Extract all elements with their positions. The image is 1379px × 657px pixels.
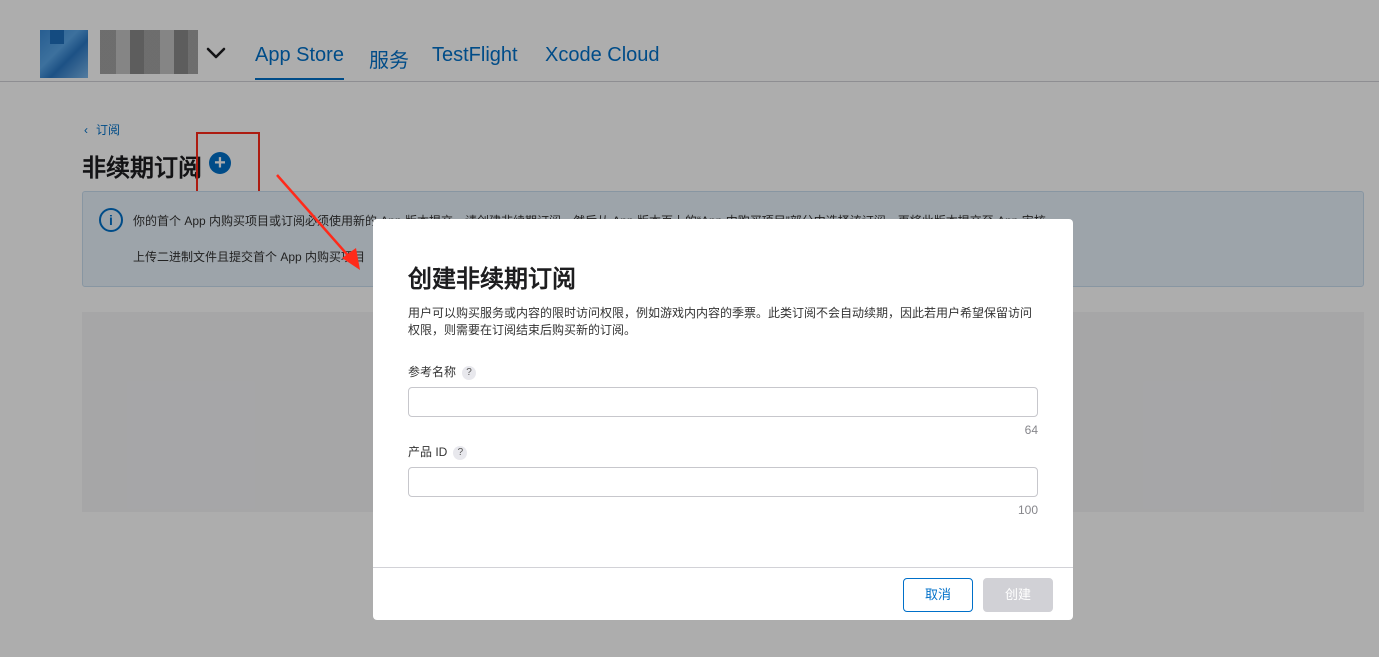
create-button[interactable]: 创建 [983,578,1053,612]
product-id-label-text: 产品 ID [408,445,448,459]
dialog-footer-divider [373,567,1073,568]
annotation-arrow-icon [276,174,360,270]
product-id-label: 产品 ID? [408,443,468,460]
reference-name-label-text: 参考名称 [408,365,457,379]
product-id-char-limit: 100 [1017,503,1038,517]
help-icon[interactable]: ? [462,365,477,380]
product-id-input[interactable] [408,467,1038,497]
cancel-button[interactable]: 取消 [903,578,973,612]
dialog-description: 用户可以购买服务或内容的限时访问权限，例如游戏内内容的季票。此类订阅不会自动续期… [408,306,1033,337]
reference-name-char-limit: 64 [1024,423,1038,437]
reference-name-input[interactable] [408,387,1038,417]
help-icon[interactable]: ? [453,445,468,460]
reference-name-label: 参考名称? [408,363,477,380]
dialog-title: 创建非续期订阅 [408,266,576,293]
create-subscription-dialog: 创建非续期订阅 用户可以购买服务或内容的限时访问权限，例如游戏内内容的季票。此类… [373,219,1073,620]
